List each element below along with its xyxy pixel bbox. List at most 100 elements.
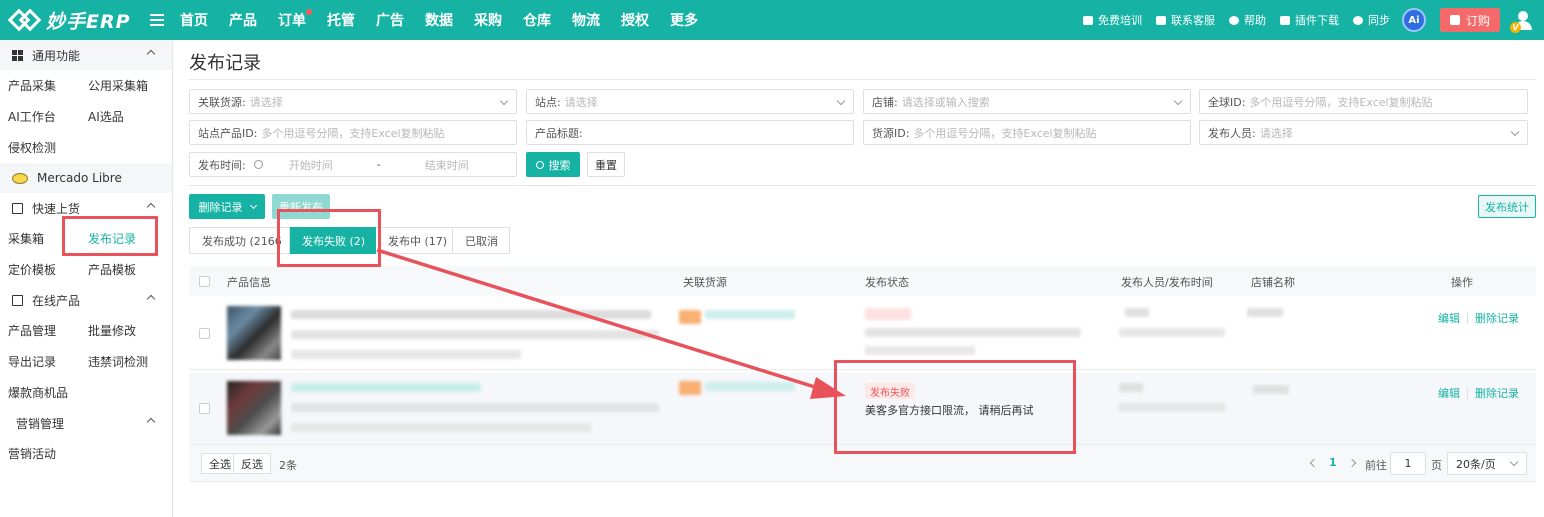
avatar[interactable]: V xyxy=(1510,9,1534,33)
logo-icon xyxy=(7,7,42,33)
sync-link[interactable]: 同步 xyxy=(1352,12,1390,28)
source-id-input[interactable]: 货源ID: 多个用逗号分隔，支持Excel复制粘贴 xyxy=(863,120,1191,145)
field-placeholder: 请选择或输入搜索 xyxy=(901,95,990,109)
support-label: 联系客服 xyxy=(1170,14,1215,27)
sidebar-item-batch-edit[interactable]: 批量修改 xyxy=(80,322,160,339)
tab-cancelled[interactable]: 已取消 xyxy=(453,227,510,254)
tab-publish-failed[interactable]: 发布失败 (2) xyxy=(290,227,376,254)
invert-selection-button[interactable]: 反选 xyxy=(233,453,271,474)
free-training-link[interactable]: 免费培训 xyxy=(1082,12,1142,28)
search-icon xyxy=(535,160,544,169)
site-product-id-input[interactable]: 站点产品ID: 多个用逗号分隔，支持Excel复制粘贴 xyxy=(189,120,517,145)
publish-stats-button[interactable]: 发布统计 xyxy=(1478,195,1536,218)
nav-hosting[interactable]: 托管 xyxy=(327,10,355,30)
chevron-down-icon xyxy=(249,201,257,209)
edit-link[interactable]: 编辑 xyxy=(1438,310,1460,326)
nav-more[interactable]: 更多 xyxy=(670,10,698,30)
sidebar-section-general[interactable]: 通用功能 xyxy=(0,40,172,70)
tab-publishing[interactable]: 发布中 (17) xyxy=(376,227,453,254)
sidebar-item-ai-workbench[interactable]: AI工作台 xyxy=(0,108,80,125)
sidebar-section-quick-upload[interactable]: 快速上货 xyxy=(0,193,172,223)
current-page[interactable]: 1 xyxy=(1329,456,1337,469)
sidebar-item-marketing-activity[interactable]: 营销活动 xyxy=(0,445,80,462)
select-all-checkbox[interactable] xyxy=(199,276,210,287)
sidebar-item-pricing-template[interactable]: 定价模板 xyxy=(0,261,80,278)
global-id-input[interactable]: 全球ID: 多个用逗号分隔，支持Excel复制粘贴 xyxy=(1199,89,1528,114)
field-placeholder: 请选择 xyxy=(564,95,598,109)
chevron-right-icon[interactable] xyxy=(1347,458,1357,468)
store-select[interactable]: 店铺: 请选择或输入搜索 xyxy=(863,89,1191,114)
nav-authorization[interactable]: 授权 xyxy=(621,10,649,30)
publisher-select[interactable]: 发布人员: 请选择 xyxy=(1199,120,1528,145)
search-button[interactable]: 搜索 xyxy=(526,152,580,177)
sidebar-item-collect-box[interactable]: 采集箱 xyxy=(0,230,80,247)
plugin-icon xyxy=(1279,15,1290,25)
sync-icon xyxy=(1352,15,1363,25)
edit-link[interactable]: 编辑 xyxy=(1438,385,1460,401)
nav-ads[interactable]: 广告 xyxy=(376,10,404,30)
status-badge: 发布失败 xyxy=(865,383,915,399)
blurred-store-name xyxy=(1247,308,1283,317)
publish-time-range[interactable]: 发布时间: 开始时间 - 结束时间 xyxy=(189,152,517,177)
sidebar-item-export-records[interactable]: 导出记录 xyxy=(0,353,80,370)
sidebar-item-infringement-check[interactable]: 侵权检测 xyxy=(0,139,80,156)
field-label: 站点: xyxy=(535,95,561,109)
question-icon xyxy=(1228,15,1239,25)
nav-orders[interactable]: 订单 xyxy=(278,9,312,30)
blurred-product-title xyxy=(291,383,481,392)
nav-home[interactable]: 首页 xyxy=(180,10,208,30)
blurred-source-link xyxy=(705,310,795,319)
help-link[interactable]: 帮助 xyxy=(1228,12,1266,28)
status-tabs: 发布成功 (2166 发布失败 (2) 发布中 (17) 已取消 xyxy=(189,227,510,254)
sidebar-item-product-template[interactable]: 产品模板 xyxy=(80,261,160,278)
row-checkbox[interactable] xyxy=(199,403,210,414)
delete-record-link[interactable]: 删除记录 xyxy=(1475,385,1519,401)
field-label: 店铺: xyxy=(872,95,898,109)
nav-products[interactable]: 产品 xyxy=(229,10,257,30)
plugin-download-link[interactable]: 插件下载 xyxy=(1279,12,1339,28)
plugin-download-label: 插件下载 xyxy=(1294,14,1339,27)
sidebar-item-ai-selection[interactable]: AI选品 xyxy=(80,108,160,125)
page-size-value: 20条/页 xyxy=(1456,457,1496,471)
blurred-product-info xyxy=(291,403,659,412)
ai-assistant-icon[interactable]: Ai xyxy=(1401,8,1426,32)
logo[interactable]: 妙手ERP xyxy=(0,7,150,34)
notification-dot xyxy=(306,9,312,15)
support-link[interactable]: 联系客服 xyxy=(1155,12,1215,28)
nav-data[interactable]: 数据 xyxy=(425,10,453,30)
sidebar-item-public-collect-box[interactable]: 公用采集箱 xyxy=(80,77,160,94)
sidebar-section-online-products[interactable]: 在线产品 xyxy=(0,285,172,315)
help-label: 帮助 xyxy=(1243,14,1266,27)
record-count: 2条 xyxy=(279,459,297,472)
reset-button[interactable]: 重置 xyxy=(587,152,625,177)
sidebar-section-marketing[interactable]: 营销管理 xyxy=(0,408,172,438)
delete-records-dropdown[interactable]: 删除记录 xyxy=(189,194,265,219)
end-time-placeholder[interactable]: 结束时间 xyxy=(425,157,469,173)
column-header: 关联货源 xyxy=(683,276,727,289)
chevron-left-icon[interactable] xyxy=(1309,458,1319,468)
site-select[interactable]: 站点: 请选择 xyxy=(526,89,854,114)
delete-record-link[interactable]: 删除记录 xyxy=(1475,310,1519,326)
nav-warehouse[interactable]: 仓库 xyxy=(523,10,551,30)
menu-icon[interactable] xyxy=(150,14,164,26)
sidebar-item-product-collect[interactable]: 产品采集 xyxy=(0,77,80,94)
nav-purchase[interactable]: 采购 xyxy=(474,10,502,30)
blurred-status xyxy=(865,308,911,320)
republish-button[interactable]: 重新发布 xyxy=(272,194,330,219)
page-number-input[interactable]: 1 xyxy=(1390,452,1426,475)
sidebar-platform-mercado-libre[interactable]: Mercado Libre xyxy=(0,163,172,193)
tab-publish-success[interactable]: 发布成功 (2166 xyxy=(189,227,290,254)
product-title-input[interactable]: 产品标题: xyxy=(526,120,854,145)
row-checkbox[interactable] xyxy=(199,328,210,339)
divider xyxy=(189,79,1536,80)
source-select[interactable]: 关联货源: 请选择 xyxy=(189,89,517,114)
nav-logistics[interactable]: 物流 xyxy=(572,10,600,30)
sidebar-item-banned-words[interactable]: 违禁词检测 xyxy=(80,353,160,370)
order-button[interactable]: 订购 xyxy=(1439,8,1500,32)
sidebar-item-publish-records[interactable]: 发布记录 xyxy=(80,230,160,247)
start-time-placeholder[interactable]: 开始时间 xyxy=(289,157,333,173)
sidebar-item-hot-opportunity[interactable]: 爆款商机品 xyxy=(0,384,80,401)
blurred-product-title xyxy=(291,310,651,319)
page-size-select[interactable]: 20条/页 xyxy=(1447,452,1527,475)
sidebar-item-product-management[interactable]: 产品管理 xyxy=(0,322,80,339)
